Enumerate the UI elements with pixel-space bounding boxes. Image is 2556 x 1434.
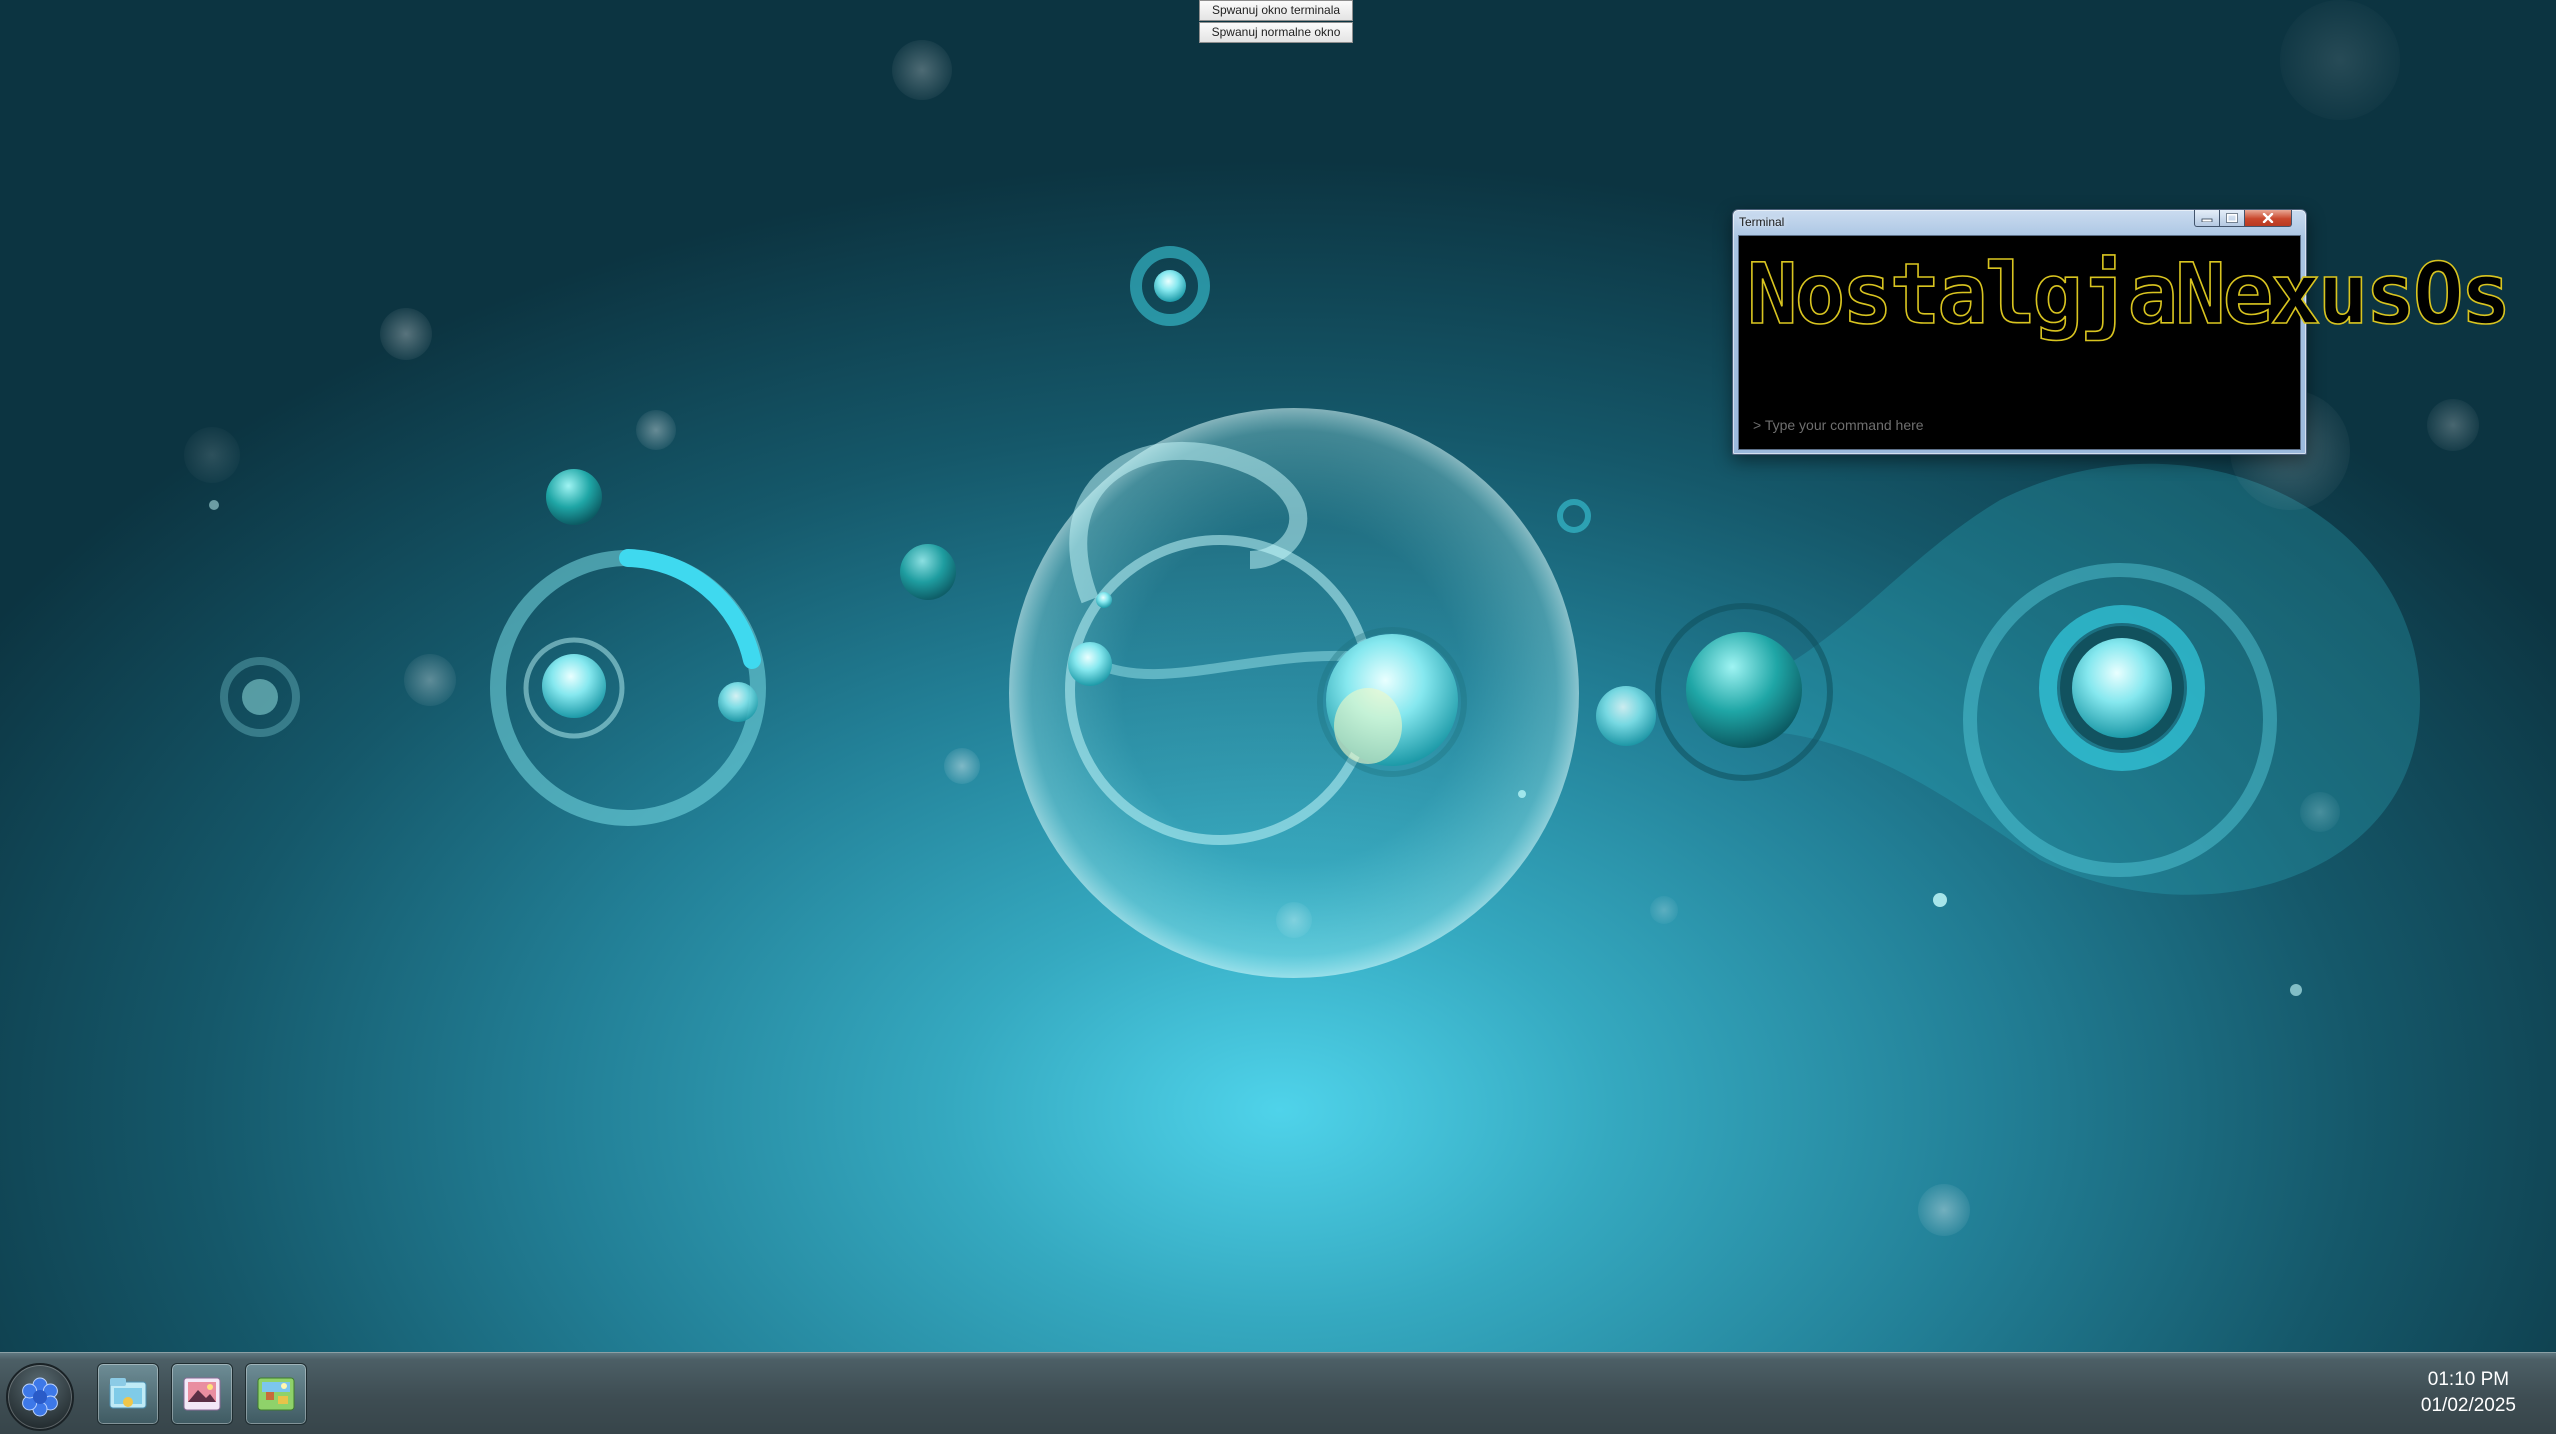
command-input[interactable]	[1753, 415, 2253, 435]
game-icon	[257, 1377, 295, 1411]
system-clock[interactable]: 01:10 PM 01/02/2025	[2421, 1367, 2516, 1419]
flower-logo-icon	[22, 1377, 58, 1417]
taskbar: 01:10 PM 01/02/2025	[0, 1352, 2556, 1434]
photo-viewer-icon	[183, 1377, 221, 1411]
maximize-icon	[2226, 213, 2238, 223]
desktop[interactable]: Spwanuj okno terminala Spwanuj normalne …	[0, 0, 2556, 1352]
terminal-window[interactable]: Terminal NostalgjaNexusOs	[1732, 209, 2512, 455]
maximize-button[interactable]	[2219, 210, 2245, 227]
spawn-terminal-button[interactable]: Spwanuj okno terminala	[1199, 0, 1353, 21]
terminal-output[interactable]: NostalgjaNexusOs	[1738, 235, 2512, 450]
close-button[interactable]	[2244, 210, 2292, 227]
taskbar-app-file-explorer[interactable]	[97, 1363, 159, 1425]
ascii-banner: NostalgjaNexusOs	[1746, 244, 2512, 344]
taskbar-app-photo-viewer[interactable]	[171, 1363, 233, 1425]
minimize-button[interactable]	[2194, 210, 2220, 227]
spawn-normal-window-button[interactable]: Spwanuj normalne okno	[1199, 22, 1353, 43]
taskbar-app-game[interactable]	[245, 1363, 307, 1425]
start-button[interactable]	[6, 1363, 74, 1431]
terminal-titlebar[interactable]: Terminal	[1733, 210, 2306, 234]
file-explorer-icon	[109, 1378, 147, 1409]
minimize-icon	[2201, 218, 2213, 222]
wallpaper-bubbles	[184, 0, 2479, 1236]
window-title: Terminal	[1739, 215, 1785, 229]
clock-time: 01:10 PM	[2427, 1369, 2510, 1390]
clock-date: 01/02/2025	[2420, 1395, 2516, 1416]
close-icon	[2262, 213, 2274, 223]
